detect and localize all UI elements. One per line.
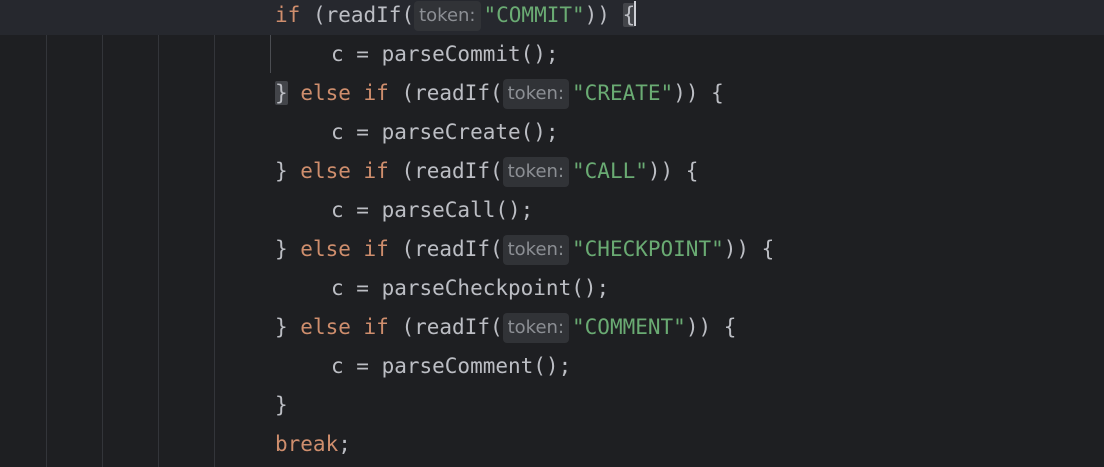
- string-literal: "CREATE": [572, 81, 674, 105]
- code-line[interactable]: } else if (readIf(token: "CREATE")) {: [0, 74, 1104, 113]
- code-line[interactable]: c = parseCall();: [0, 191, 1104, 230]
- code-token: (readIf(: [388, 237, 503, 261]
- code-token: (readIf(: [388, 159, 503, 183]
- code-line-content: c = parseCall();: [331, 191, 533, 230]
- code-editor[interactable]: if (readIf(token: "COMMIT")) {c = parseCo…: [0, 0, 1104, 467]
- code-line-content: c = parseCreate();: [331, 113, 559, 152]
- parameter-hint: token:: [502, 79, 570, 109]
- code-line[interactable]: } else if (readIf(token: "CALL")) {: [0, 152, 1104, 191]
- code-line[interactable]: c = parseCheckpoint();: [0, 269, 1104, 308]
- keyword-token: else if: [300, 81, 389, 105]
- code-token: )) {: [723, 237, 775, 261]
- code-line[interactable]: c = parseCommit();: [0, 35, 1104, 74]
- code-line[interactable]: if (readIf(token: "COMMIT")) {: [0, 0, 1104, 35]
- code-line-content: } else if (readIf(token: "CALL")) {: [275, 152, 698, 191]
- keyword-token: else if: [300, 159, 389, 183]
- code-token: }: [275, 315, 301, 339]
- code-token: )) {: [647, 159, 699, 183]
- code-line-content: }: [275, 386, 288, 425]
- string-literal: "COMMENT": [572, 315, 686, 339]
- code-token: )) {: [673, 81, 724, 105]
- code-line-content: c = parseCheckpoint();: [331, 269, 609, 308]
- code-token: }: [275, 237, 301, 261]
- code-line-content: break;: [275, 425, 351, 464]
- code-line[interactable]: c = parseCreate();: [0, 113, 1104, 152]
- keyword-token: if: [275, 3, 301, 27]
- parameter-hint: token:: [502, 313, 570, 343]
- code-token: )): [584, 3, 623, 27]
- keyword-token: else if: [300, 237, 389, 261]
- string-literal: "CALL": [572, 159, 648, 183]
- code-line[interactable]: } else if (readIf(token: "COMMENT")) {: [0, 308, 1104, 347]
- code-line-content: } else if (readIf(token: "CREATE")) {: [275, 74, 724, 113]
- code-line[interactable]: } else if (readIf(token: "CHECKPOINT")) {: [0, 230, 1104, 269]
- keyword-token: else if: [300, 315, 389, 339]
- code-token: (readIf(: [388, 315, 503, 339]
- string-literal: "COMMIT": [483, 3, 585, 27]
- code-token: )) {: [685, 315, 737, 339]
- code-token: c = parseCreate();: [331, 120, 559, 144]
- code-line-content: } else if (readIf(token: "CHECKPOINT")) {: [275, 230, 774, 269]
- code-token: (readIf(: [300, 3, 415, 27]
- keyword-token: break: [275, 432, 339, 456]
- code-token: c = parseComment();: [331, 354, 572, 378]
- code-token: }: [275, 393, 288, 417]
- code-line-content: c = parseComment();: [331, 347, 571, 386]
- code-token: ;: [338, 432, 351, 456]
- code-line-content: } else if (readIf(token: "COMMENT")) {: [275, 308, 736, 347]
- parameter-hint: token:: [502, 157, 570, 187]
- code-token: c = parseCommit();: [331, 42, 559, 66]
- matched-brace: }: [275, 81, 288, 105]
- text-caret: [634, 1, 637, 26]
- parameter-hint: token:: [502, 235, 570, 265]
- code-token: (readIf(: [388, 81, 503, 105]
- code-line-content: c = parseCommit();: [331, 35, 559, 74]
- string-literal: "CHECKPOINT": [572, 237, 724, 261]
- code-line[interactable]: }: [0, 386, 1104, 425]
- code-line[interactable]: c = parseComment();: [0, 347, 1104, 386]
- code-token: }: [275, 159, 301, 183]
- code-token: c = parseCall();: [331, 198, 534, 222]
- code-token: c = parseCheckpoint();: [331, 276, 610, 300]
- parameter-hint: token:: [414, 1, 481, 31]
- code-line[interactable]: break;: [0, 425, 1104, 464]
- code-line-content: if (readIf(token: "COMMIT")) {: [275, 0, 637, 35]
